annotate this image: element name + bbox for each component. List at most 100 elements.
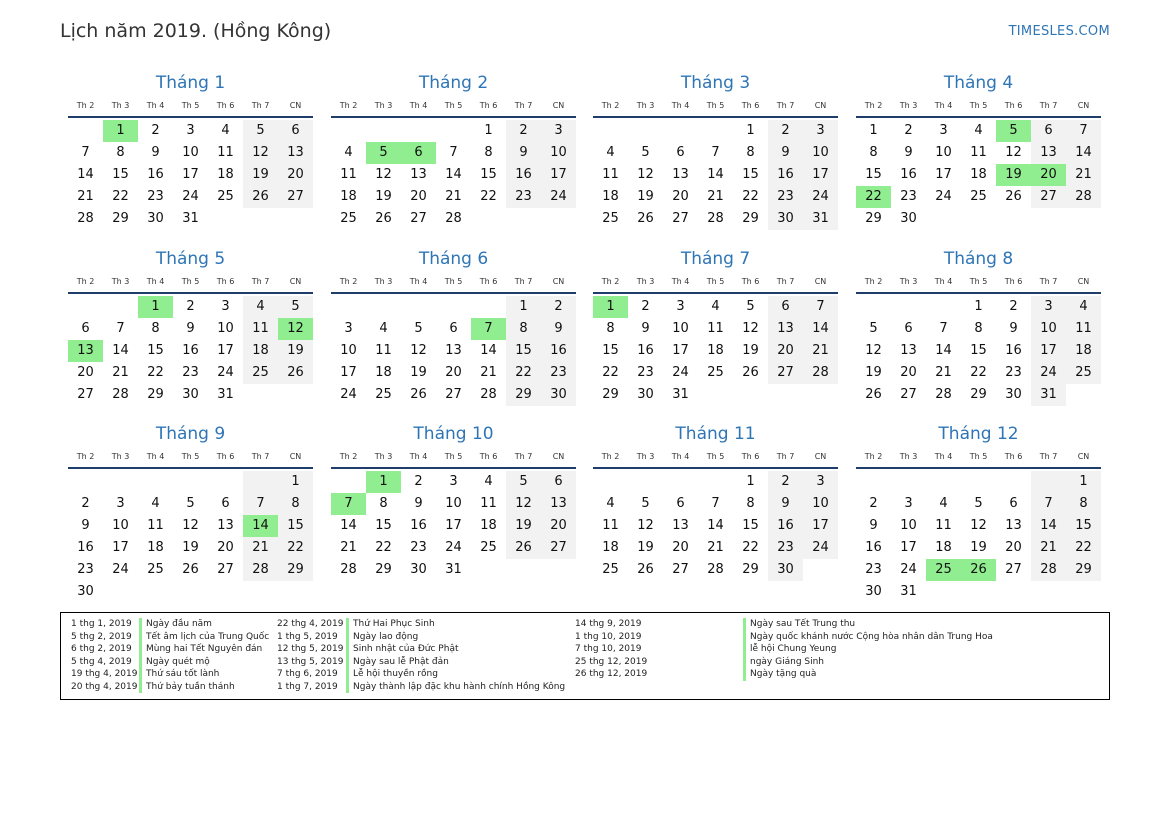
day-cell[interactable]: 10 <box>331 340 366 362</box>
day-cell[interactable]: 16 <box>401 515 436 537</box>
day-cell[interactable]: 20 <box>996 537 1031 559</box>
day-cell[interactable]: 24 <box>331 384 366 406</box>
day-cell[interactable]: 29 <box>733 208 768 230</box>
day-cell[interactable]: 13 <box>208 515 243 537</box>
day-cell[interactable]: 26 <box>173 559 208 581</box>
day-cell[interactable]: 27 <box>996 559 1031 581</box>
day-cell[interactable]: 21 <box>1031 537 1066 559</box>
day-cell[interactable]: 17 <box>1031 340 1066 362</box>
day-cell[interactable]: 25 <box>1066 362 1101 384</box>
day-cell[interactable]: 31 <box>208 384 243 406</box>
day-cell[interactable]: 28 <box>926 384 961 406</box>
day-cell[interactable]: 11 <box>331 164 366 186</box>
day-cell[interactable]: 12 <box>856 340 891 362</box>
day-cell[interactable]: 26 <box>733 362 768 384</box>
day-cell[interactable]: 28 <box>471 384 506 406</box>
day-cell[interactable]: 22 <box>471 186 506 208</box>
day-cell[interactable]: 13 <box>278 142 313 164</box>
day-cell[interactable]: 21 <box>243 537 278 559</box>
holiday-day-cell[interactable]: 1 <box>138 296 173 318</box>
day-cell[interactable]: 29 <box>593 384 628 406</box>
day-cell[interactable]: 30 <box>401 559 436 581</box>
day-cell[interactable]: 11 <box>961 142 996 164</box>
day-cell[interactable]: 11 <box>926 515 961 537</box>
day-cell[interactable]: 4 <box>593 493 628 515</box>
day-cell[interactable]: 25 <box>593 208 628 230</box>
day-cell[interactable]: 11 <box>1066 318 1101 340</box>
day-cell[interactable]: 1 <box>856 120 891 142</box>
day-cell[interactable]: 8 <box>366 493 401 515</box>
day-cell[interactable]: 21 <box>471 362 506 384</box>
day-cell[interactable]: 17 <box>436 515 471 537</box>
day-cell[interactable]: 18 <box>593 186 628 208</box>
holiday-day-cell[interactable]: 20 <box>1031 164 1066 186</box>
day-cell[interactable]: 25 <box>366 384 401 406</box>
day-cell[interactable]: 29 <box>138 384 173 406</box>
holiday-day-cell[interactable]: 13 <box>68 340 103 362</box>
day-cell[interactable]: 5 <box>506 471 541 493</box>
day-cell[interactable]: 20 <box>278 164 313 186</box>
day-cell[interactable]: 8 <box>961 318 996 340</box>
day-cell[interactable]: 13 <box>436 340 471 362</box>
day-cell[interactable]: 24 <box>926 186 961 208</box>
day-cell[interactable]: 4 <box>471 471 506 493</box>
day-cell[interactable]: 20 <box>541 515 576 537</box>
day-cell[interactable]: 10 <box>103 515 138 537</box>
day-cell[interactable]: 26 <box>401 384 436 406</box>
day-cell[interactable]: 4 <box>698 296 733 318</box>
day-cell[interactable]: 17 <box>926 164 961 186</box>
day-cell[interactable]: 30 <box>68 581 103 603</box>
day-cell[interactable]: 19 <box>733 340 768 362</box>
day-cell[interactable]: 16 <box>856 537 891 559</box>
day-cell[interactable]: 2 <box>996 296 1031 318</box>
day-cell[interactable]: 13 <box>1031 142 1066 164</box>
day-cell[interactable]: 1 <box>278 471 313 493</box>
day-cell[interactable]: 6 <box>996 493 1031 515</box>
day-cell[interactable]: 15 <box>278 515 313 537</box>
day-cell[interactable]: 18 <box>698 340 733 362</box>
day-cell[interactable]: 2 <box>856 493 891 515</box>
day-cell[interactable]: 25 <box>593 559 628 581</box>
day-cell[interactable]: 8 <box>593 318 628 340</box>
day-cell[interactable]: 26 <box>243 186 278 208</box>
day-cell[interactable]: 29 <box>506 384 541 406</box>
day-cell[interactable]: 24 <box>208 362 243 384</box>
day-cell[interactable]: 13 <box>401 164 436 186</box>
day-cell[interactable]: 26 <box>506 537 541 559</box>
day-cell[interactable]: 15 <box>593 340 628 362</box>
day-cell[interactable]: 14 <box>926 340 961 362</box>
day-cell[interactable]: 1 <box>961 296 996 318</box>
day-cell[interactable]: 12 <box>506 493 541 515</box>
day-cell[interactable]: 22 <box>733 186 768 208</box>
day-cell[interactable]: 31 <box>1031 384 1066 406</box>
day-cell[interactable]: 1 <box>733 120 768 142</box>
day-cell[interactable]: 13 <box>541 493 576 515</box>
day-cell[interactable]: 18 <box>243 340 278 362</box>
day-cell[interactable]: 14 <box>436 164 471 186</box>
holiday-day-cell[interactable]: 5 <box>996 120 1031 142</box>
day-cell[interactable]: 27 <box>401 208 436 230</box>
day-cell[interactable]: 4 <box>961 120 996 142</box>
day-cell[interactable]: 3 <box>541 120 576 142</box>
day-cell[interactable]: 10 <box>541 142 576 164</box>
day-cell[interactable]: 22 <box>593 362 628 384</box>
day-cell[interactable]: 6 <box>68 318 103 340</box>
day-cell[interactable]: 19 <box>278 340 313 362</box>
day-cell[interactable]: 14 <box>331 515 366 537</box>
day-cell[interactable]: 11 <box>593 164 628 186</box>
day-cell[interactable]: 30 <box>891 208 926 230</box>
day-cell[interactable]: 24 <box>663 362 698 384</box>
day-cell[interactable]: 5 <box>856 318 891 340</box>
day-cell[interactable]: 18 <box>593 537 628 559</box>
day-cell[interactable]: 18 <box>1066 340 1101 362</box>
day-cell[interactable]: 2 <box>401 471 436 493</box>
day-cell[interactable]: 22 <box>733 537 768 559</box>
day-cell[interactable]: 23 <box>996 362 1031 384</box>
day-cell[interactable]: 13 <box>996 515 1031 537</box>
day-cell[interactable]: 29 <box>366 559 401 581</box>
day-cell[interactable]: 21 <box>103 362 138 384</box>
day-cell[interactable]: 12 <box>401 340 436 362</box>
day-cell[interactable]: 15 <box>138 340 173 362</box>
day-cell[interactable]: 8 <box>856 142 891 164</box>
day-cell[interactable]: 28 <box>331 559 366 581</box>
